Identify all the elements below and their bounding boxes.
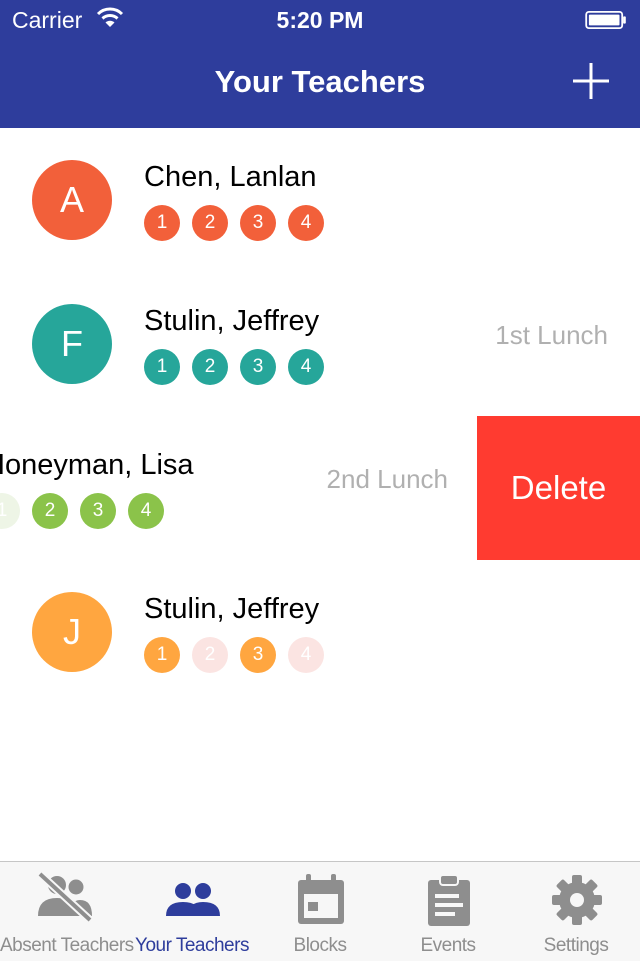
- tab-absent-teachers[interactable]: Absent Teachers: [0, 862, 134, 961]
- teacher-list: A Chen, Lanlan 1 2 3 4 F Stulin, Jeffrey…: [0, 128, 640, 704]
- block-indicator: 3: [240, 205, 276, 241]
- block-indicator: 2: [192, 637, 228, 673]
- tab-bar: Absent Teachers Your Teachers Blocks Eve…: [0, 861, 640, 961]
- teacher-row[interactable]: A Chen, Lanlan 1 2 3 4: [0, 128, 640, 272]
- teacher-row[interactable]: Honeyman, Lisa 1 2 3 4 2nd Lunch Delete: [0, 416, 640, 560]
- block-indicator: 1: [144, 637, 180, 673]
- block-indicator: 3: [240, 637, 276, 673]
- block-indicators: 1 2 3 4: [0, 493, 164, 529]
- absent-teachers-icon: [37, 872, 93, 923]
- tab-events[interactable]: Events: [384, 862, 512, 961]
- calendar-icon: [298, 874, 344, 924]
- avatar: J: [32, 592, 112, 672]
- block-indicator: 4: [288, 349, 324, 385]
- clock: 5:20 PM: [276, 7, 364, 33]
- tab-your-teachers[interactable]: Your Teachers: [128, 862, 256, 961]
- block-indicator: 2: [32, 493, 68, 529]
- block-indicators: 1 2 3 4: [144, 349, 324, 385]
- tab-label: Settings: [543, 935, 609, 956]
- teacher-name: Stulin, Jeffrey: [144, 593, 320, 625]
- avatar: A: [32, 160, 112, 240]
- tab-label: Blocks: [293, 935, 347, 956]
- battery-icon: [585, 11, 626, 29]
- your-teachers-icon: [166, 883, 220, 916]
- block-indicator: 4: [288, 205, 324, 241]
- teacher-name: Chen, Lanlan: [144, 161, 317, 193]
- teacher-row-content: F Stulin, Jeffrey 1 2 3 4 1st Lunch: [0, 272, 640, 416]
- block-indicator: 4: [128, 493, 164, 529]
- lunch-label: 2nd Lunch: [326, 464, 448, 494]
- teacher-name: Stulin, Jeffrey: [144, 305, 320, 337]
- clipboard-icon: [428, 874, 470, 926]
- teacher-row-content: A Chen, Lanlan 1 2 3 4: [0, 128, 640, 272]
- tab-label: Events: [420, 935, 476, 956]
- block-indicator: 3: [80, 493, 116, 529]
- teacher-row[interactable]: J Stulin, Jeffrey 1 2 3 4: [0, 560, 640, 704]
- page-title: Your Teachers: [214, 64, 426, 99]
- lunch-label: 1st Lunch: [495, 320, 608, 350]
- teacher-name: Honeyman, Lisa: [0, 449, 194, 481]
- block-indicator: 1: [144, 205, 180, 241]
- tab-label: Your Teachers: [135, 935, 249, 956]
- delete-button[interactable]: Delete: [477, 416, 640, 560]
- navigation-bar: Carrier 5:20 PM Your Teachers: [0, 0, 640, 128]
- block-indicator: 1: [0, 493, 20, 529]
- block-indicator: 2: [192, 205, 228, 241]
- status-bar: Carrier 5:20 PM: [0, 0, 640, 40]
- add-teacher-button[interactable]: [572, 62, 610, 100]
- block-indicators: 1 2 3 4: [144, 205, 324, 241]
- tab-settings[interactable]: Settings: [512, 862, 640, 961]
- teacher-row-content: Honeyman, Lisa 1 2 3 4 2nd Lunch: [0, 416, 480, 560]
- gear-icon: [552, 875, 602, 925]
- teacher-row[interactable]: F Stulin, Jeffrey 1 2 3 4 1st Lunch: [0, 272, 640, 416]
- tab-label: Absent Teachers: [0, 935, 134, 956]
- tab-blocks[interactable]: Blocks: [256, 862, 384, 961]
- block-indicators: 1 2 3 4: [144, 637, 324, 673]
- block-indicator: 4: [288, 637, 324, 673]
- block-indicator: 2: [192, 349, 228, 385]
- block-indicator: 3: [240, 349, 276, 385]
- block-indicator: 1: [144, 349, 180, 385]
- teacher-row-content: J Stulin, Jeffrey 1 2 3 4: [0, 560, 640, 704]
- avatar: F: [32, 304, 112, 384]
